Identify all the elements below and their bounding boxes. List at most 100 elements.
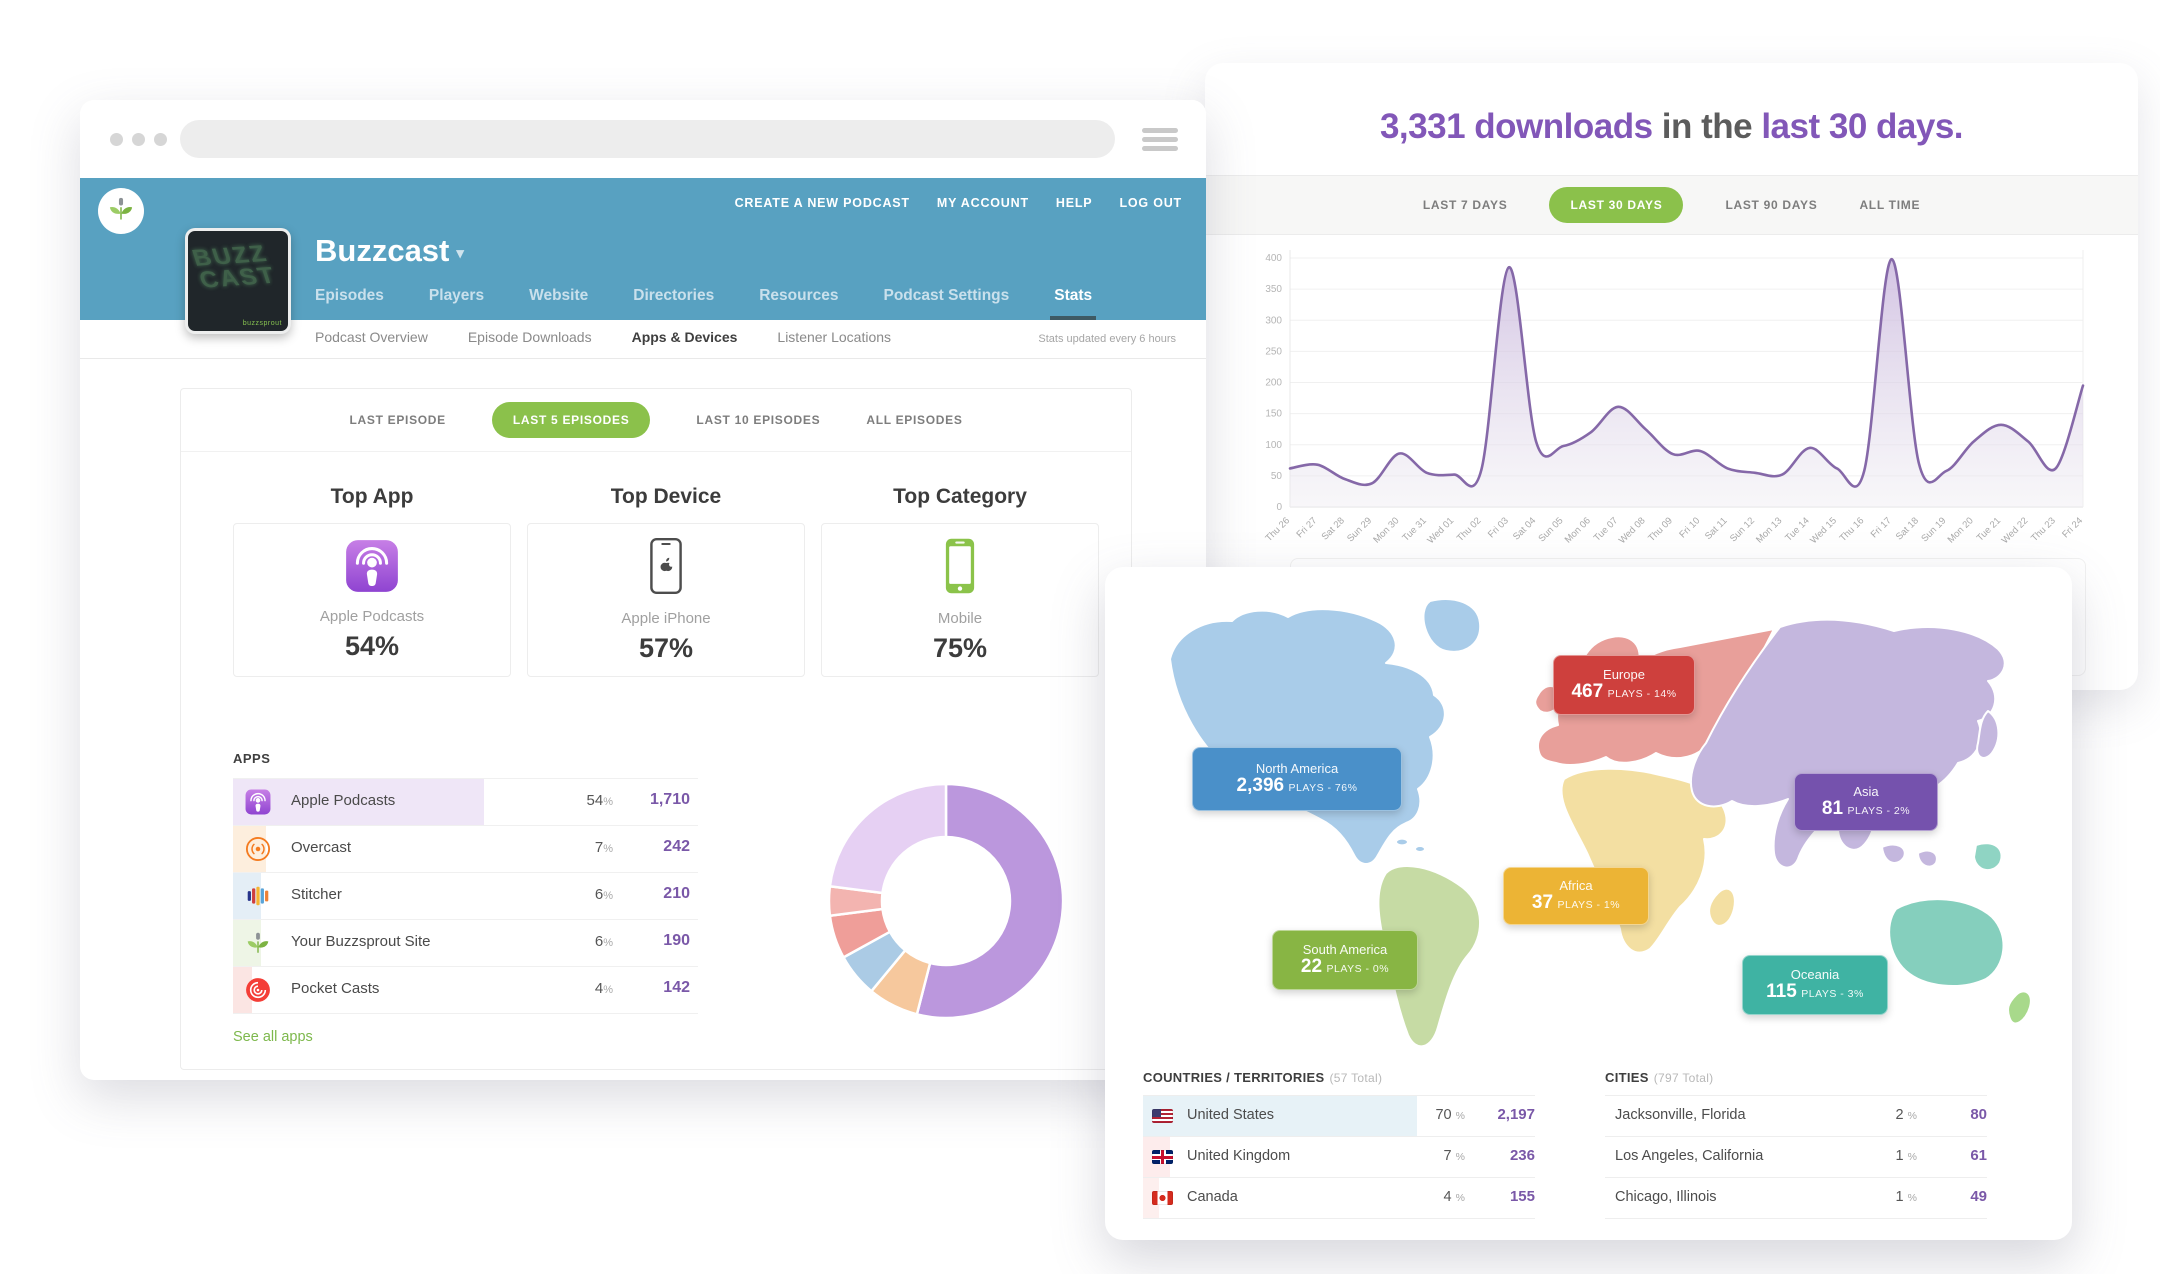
account-nav-create-a-new-podcast[interactable]: CREATE A NEW PODCAST [735,196,910,210]
geo-count: 236 [1473,1147,1535,1164]
downloads-filter-last-7-days[interactable]: LAST 7 DAYS [1423,198,1508,212]
region-badge-oceania: Oceania115 PLAYS - 3% [1742,955,1888,1015]
apps-donut-chart [828,783,1064,1019]
svg-text:Tue 21: Tue 21 [1975,515,2003,543]
svg-text:Sun 05: Sun 05 [1536,515,1565,544]
tab-stats[interactable]: Stats [1054,287,1092,320]
svg-text:Wed 08: Wed 08 [1617,515,1648,546]
svg-text:Sat 04: Sat 04 [1511,515,1538,542]
buzzsprout-icon [245,930,271,961]
svg-text:Sat 11: Sat 11 [1703,515,1730,542]
app-row-stitcher: Stitcher6%210 [233,873,698,920]
downloads-filter-last-90-days[interactable]: LAST 90 DAYS [1725,198,1817,212]
geo-percent: 2 % [1857,1107,1917,1123]
svg-text:Fri 03: Fri 03 [1486,515,1511,540]
top-stat-card: Apple Podcasts54% [233,523,511,677]
uk-flag-icon [1152,1150,1173,1164]
region-badge-south-america: South America22 PLAYS - 0% [1272,930,1418,990]
svg-text:Wed 01: Wed 01 [1425,515,1456,546]
svg-text:Sat 18: Sat 18 [1894,515,1921,542]
tab-episodes[interactable]: Episodes [315,287,384,320]
countries-section: COUNTRIES / TERRITORIES(57 Total) United… [1143,1070,1535,1219]
url-bar[interactable] [180,120,1115,158]
geo-row-chicago-illinois: Chicago, Illinois1 %49 [1605,1178,1987,1219]
window-dot [132,133,145,146]
subtab-listener-locations[interactable]: Listener Locations [777,329,891,345]
continent-greenland [1423,599,1480,652]
geo-row-united-states: United States70 %2,197 [1143,1095,1535,1137]
tab-podcast-settings[interactable]: Podcast Settings [884,287,1010,320]
account-nav-log-out[interactable]: LOG OUT [1119,196,1182,210]
svg-text:200: 200 [1265,378,1282,389]
pocket-casts-icon [245,977,271,1008]
svg-text:250: 250 [1265,346,1282,357]
episode-filter-last-10-episodes[interactable]: LAST 10 EPISODES [696,413,820,427]
downloads-filter-all-time[interactable]: ALL TIME [1859,198,1920,212]
island-madagascar [1709,889,1735,926]
listener-locations-panel: North America2,396 PLAYS - 76%Europe467 … [1105,567,2072,1240]
svg-text:Sat 28: Sat 28 [1320,515,1347,542]
geo-count: 49 [1925,1188,1987,1205]
geo-percent: 1 % [1857,1148,1917,1164]
tab-website[interactable]: Website [529,287,588,320]
apps-donut-svg [828,783,1064,1019]
podcast-title-dropdown[interactable]: Buzzcast▾ [315,233,464,269]
svg-text:350: 350 [1265,284,1282,295]
subtab-episode-downloads[interactable]: Episode Downloads [468,329,592,345]
islands-indonesia [1918,851,1937,867]
episode-filter-last-5-episodes[interactable]: LAST 5 EPISODES [492,402,651,438]
artwork-text: BUZZCAST [190,243,279,292]
podcast-title: Buzzcast [315,233,449,268]
main-tabs: Episodes Players Website Directories Resourc… [315,287,1092,320]
app-count: 1,710 [620,791,690,809]
subtab-podcast-overview[interactable]: Podcast Overview [315,329,428,345]
region-name: Europe [1603,667,1645,682]
see-all-apps-link[interactable]: See all apps [233,1029,313,1045]
svg-text:400: 400 [1265,253,1282,264]
geo-name: Los Angeles, California [1615,1148,1763,1164]
app-percent: 6% [543,933,613,950]
downloads-chart-svg: 050100150200250300350400 Thu 26Fri 27Sat… [1245,243,2105,583]
episode-filter-last-episode[interactable]: LAST EPISODE [349,413,445,427]
stitcher-icon [245,883,271,909]
account-nav-help[interactable]: HELP [1056,196,1093,210]
tab-resources[interactable]: Resources [759,287,838,320]
downloads-filter-last-30-days[interactable]: LAST 30 DAYS [1549,187,1683,223]
buzzsprout-logo-icon[interactable] [98,188,144,234]
tab-directories[interactable]: Directories [633,287,714,320]
cities-heading: CITIES(797 Total) [1605,1070,1987,1085]
svg-text:Thu 26: Thu 26 [1263,515,1292,544]
stitcher-icon [245,883,271,914]
svg-text:Mon 30: Mon 30 [1371,515,1401,545]
apple-podcasts-icon [245,789,271,815]
top-stat-value: 54% [345,631,399,662]
svg-text:Thu 16: Thu 16 [1838,515,1867,544]
menu-icon[interactable] [1142,128,1178,155]
ca-flag-icon [1152,1191,1173,1205]
episode-filter-all-episodes[interactable]: ALL EPISODES [866,413,962,427]
svg-text:Sun 19: Sun 19 [1919,515,1948,544]
podcast-header: CREATE A NEW PODCAST MY ACCOUNT HELP LOG OU… [80,178,1206,320]
region-badge-europe: Europe467 PLAYS - 14% [1553,655,1695,715]
region-name: Oceania [1791,967,1839,982]
tab-players[interactable]: Players [429,287,484,320]
countries-total: (57 Total) [1329,1071,1382,1085]
geo-count: 61 [1925,1147,1987,1164]
geo-count: 2,197 [1473,1106,1535,1123]
cities-total: (797 Total) [1654,1071,1714,1085]
region-stat: 37 PLAYS - 1% [1532,893,1620,914]
subtab-apps-devices[interactable]: Apps & Devices [632,329,738,345]
svg-text:Mon 06: Mon 06 [1563,515,1593,545]
account-nav-my-account[interactable]: MY ACCOUNT [937,196,1029,210]
top-stat-card: Apple iPhone57% [527,523,805,677]
apps-table: Apple Podcasts54%1,710 Overcast7%242Stit… [233,778,698,1014]
app-name: Your Buzzsprout Site [291,933,431,950]
svg-text:Wed 22: Wed 22 [2000,515,2031,546]
app-percent: 6% [543,886,613,903]
geo-name: Chicago, Illinois [1615,1189,1717,1205]
browser-chrome [80,100,1206,178]
svg-text:Sun 12: Sun 12 [1728,515,1757,544]
window-dot [154,133,167,146]
stats-subtabs: Podcast Overview Episode Downloads Apps & … [315,329,891,345]
overcast-icon [245,836,271,867]
